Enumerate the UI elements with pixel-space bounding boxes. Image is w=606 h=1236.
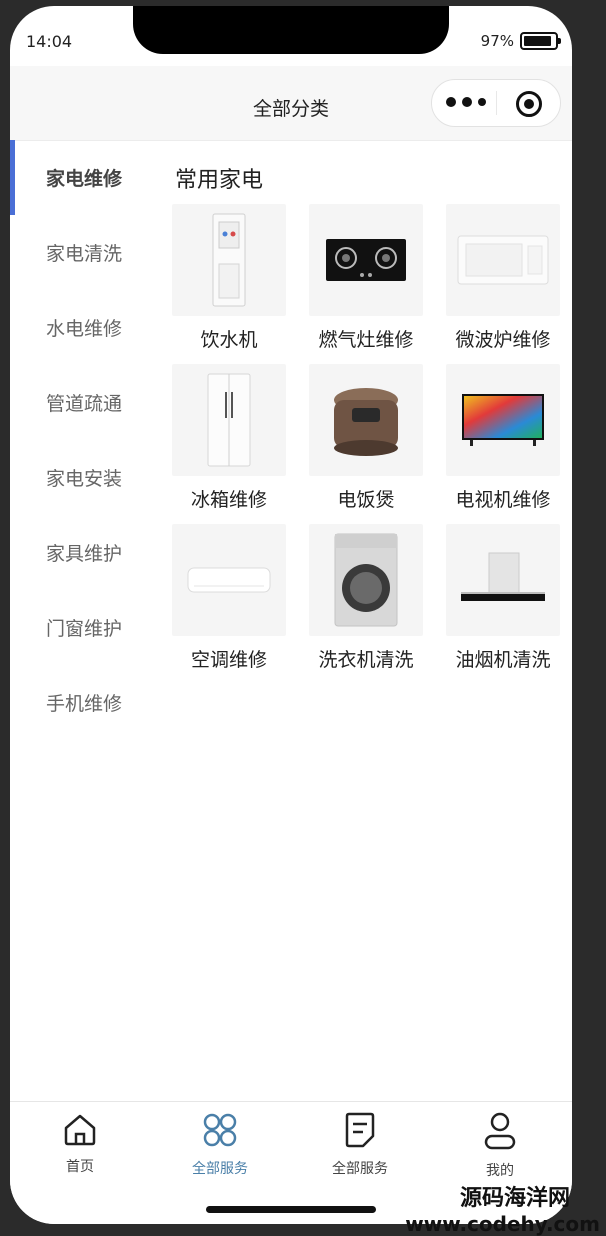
microwave-icon [446,204,560,316]
television-icon [446,364,560,476]
tab-home[interactable]: 首页 [25,1112,135,1176]
notch [133,6,449,54]
grid-item-microwave[interactable]: 微波炉维修 [444,204,562,352]
grid-item-washing-machine[interactable]: 洗衣机清洗 [307,524,425,672]
grid-item-label: 洗衣机清洗 [318,649,414,671]
sidebar-item-doors-windows[interactable]: 门窗维护 [10,590,150,665]
home-indicator [206,1206,376,1213]
grid-item-refrigerator[interactable]: 冰箱维修 [170,364,288,512]
watermark-title: 源码海洋网 [459,1186,570,1211]
more-icon[interactable] [444,91,494,113]
grid-item-label: 冰箱维修 [190,489,267,511]
user-icon [484,1112,516,1150]
sidebar-item-appliance-install[interactable]: 家电安装 [10,440,150,515]
range-hood-icon [446,524,560,636]
sidebar-item-pipe-unclogging[interactable]: 管道疏通 [10,365,150,440]
tab-mine[interactable]: 我的 [445,1112,555,1180]
rice-cooker-icon [309,364,423,476]
home-icon [64,1114,96,1146]
watermark-url: www.codehy.com [405,1212,600,1236]
section-title: 常用家电 [175,168,264,193]
grid-item-label: 饮水机 [200,329,258,351]
grid-item-label: 电饭煲 [337,489,395,511]
watermark: 源码海洋网 www.codehy.com [400,1180,600,1236]
grid-item-gas-stove[interactable]: 燃气灶维修 [307,204,425,352]
miniprogram-capsule [431,79,561,127]
gas-stove-icon [309,204,423,316]
status-right: 97% [480,32,561,50]
sidebar-item-appliance-repair[interactable]: 家电维修 [10,140,150,215]
note-icon [345,1112,375,1148]
status-time: 14:04 [26,32,73,51]
close-target-icon[interactable] [516,91,542,117]
battery-percent: 97% [480,32,514,50]
grid-item-range-hood[interactable]: 油烟机清洗 [444,524,562,672]
grid-item-label: 电视机维修 [455,489,551,511]
grid-item-rice-cooker[interactable]: 电饭煲 [307,364,425,512]
phone-screen: 14:04 97% 全部分类 家电维修 家电清洗 水电维修 管道疏通 家电安装 … [10,6,572,1224]
grid-item-label: 微波炉维修 [455,329,551,351]
grid-item-label: 油烟机清洗 [455,649,551,671]
water-dispenser-icon [172,204,286,316]
category-sidebar: 家电维修 家电清洗 水电维修 管道疏通 家电安装 家具维护 门窗维护 手机维修 [10,140,150,740]
grid-icon [203,1113,237,1147]
capsule-divider [496,91,497,115]
washing-machine-icon [309,524,423,636]
grid-item-label: 燃气灶维修 [318,329,414,351]
tab-label: 我的 [486,1163,514,1179]
grid-item-television[interactable]: 电视机维修 [444,364,562,512]
tab-label: 首页 [66,1159,94,1175]
battery-icon [520,32,561,50]
grid-item-water-dispenser[interactable]: 饮水机 [170,204,288,352]
navbar: 全部分类 [10,66,572,141]
grid-item-air-conditioner[interactable]: 空调维修 [170,524,288,672]
sidebar-item-appliance-cleaning[interactable]: 家电清洗 [10,215,150,290]
tab-label: 全部服务 [192,1161,248,1177]
refrigerator-icon [172,364,286,476]
air-conditioner-icon [172,524,286,636]
tab-all-services[interactable]: 全部服务 [165,1112,275,1178]
sidebar-item-plumbing-electrical[interactable]: 水电维修 [10,290,150,365]
sidebar-item-furniture[interactable]: 家具维护 [10,515,150,590]
battery-fill [524,36,551,46]
tab-label: 全部服务 [332,1161,388,1177]
tab-all-services-2[interactable]: 全部服务 [305,1112,415,1178]
grid-item-label: 空调维修 [190,649,267,671]
sidebar-item-phone-repair[interactable]: 手机维修 [10,665,150,740]
